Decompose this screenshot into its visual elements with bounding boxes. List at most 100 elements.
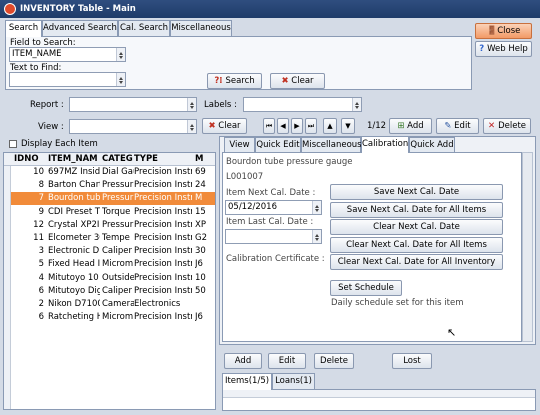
labels-label: Labels : xyxy=(204,100,237,110)
tab-cal-search[interactable]: Cal. Search xyxy=(118,20,170,36)
table-cell: J6 xyxy=(195,259,203,270)
table-cell: 7 xyxy=(38,193,44,204)
labels-spinner-icon[interactable] xyxy=(352,98,361,111)
edit-record-button[interactable]: ✎ Edit xyxy=(436,118,479,134)
delete-record-button[interactable]: ✕ Delete xyxy=(483,118,531,134)
table-cell: G2 xyxy=(195,233,207,243)
bottom-edit-button[interactable]: Edit xyxy=(268,353,306,369)
add-record-button[interactable]: ⊞ Add xyxy=(389,118,432,134)
table-row[interactable]: 5 Fixed Head I Microm Precision Instr J6 xyxy=(4,258,215,271)
last-cal-date-input[interactable] xyxy=(225,229,322,244)
table-row[interactable]: 3 Electronic D Caliper Precision Instr 30 xyxy=(4,245,215,258)
table-cell: Caliper xyxy=(102,246,132,257)
close-label: Close xyxy=(497,26,521,36)
table-cell: 10 xyxy=(195,272,206,283)
next-record-icon[interactable]: ▶ xyxy=(291,118,303,134)
table-cell: Precision Instr xyxy=(134,167,192,177)
clear-next-cal-button[interactable]: Clear Next Cal. Date xyxy=(330,219,503,235)
field-to-search-select[interactable]: ITEM_NAME xyxy=(9,47,126,62)
col-type[interactable]: TYPE xyxy=(134,153,190,166)
view-clear-label: Clear xyxy=(218,121,241,131)
table-cell: Bourdon tub xyxy=(48,193,100,204)
table-row[interactable]: 6 Ratcheting H Microm Precision Instr J6 xyxy=(4,311,215,324)
save-next-cal-all-button[interactable]: Save Next Cal. Date for All Items xyxy=(330,202,503,218)
table-cell: Pressur xyxy=(102,219,134,230)
table-row[interactable]: 9 CDI Preset T Torque Precision Instr 15 xyxy=(4,206,215,219)
tab-quick-edit[interactable]: Quick Edit xyxy=(255,137,301,153)
next-cal-date-value: 05/12/2016 xyxy=(228,202,277,212)
delete-record-label: Delete xyxy=(498,121,527,131)
labels-select[interactable] xyxy=(243,97,362,112)
table-row[interactable]: 10 697MZ InsidDial GauPrecision Instr69 xyxy=(4,166,215,179)
tab-calibration[interactable]: Calibration xyxy=(361,136,409,153)
table-cell: Pressur xyxy=(102,180,134,191)
col-item-name[interactable]: ITEM_NAM xyxy=(48,153,100,166)
set-schedule-button[interactable]: Set Schedule xyxy=(330,280,402,296)
clear-next-cal-all-items-button[interactable]: Clear Next Cal. Date for All Items xyxy=(330,237,503,253)
items-grid: IDNO ITEM_NAM CATEG TYPE M 10 697MZ Insid… xyxy=(3,152,216,410)
table-cell: J6 xyxy=(195,312,203,323)
search-button[interactable]: ?⁞ Search xyxy=(207,73,262,89)
table-cell: Outside xyxy=(102,272,134,283)
table-row[interactable]: 12 Crystal XP2I Pressur Precision Instr XP xyxy=(4,219,215,232)
bottom-delete-button[interactable]: Delete xyxy=(314,353,354,369)
record-position: 1/12 xyxy=(367,121,387,131)
close-button[interactable]: 🚪Close xyxy=(475,23,532,39)
lost-button[interactable]: Lost xyxy=(392,353,432,369)
last-record-icon[interactable]: ⏭ xyxy=(305,118,317,134)
field-spinner-icon[interactable] xyxy=(116,48,125,61)
bottom-add-button[interactable]: Add xyxy=(224,353,262,369)
table-cell: 697MZ Insid xyxy=(48,167,100,177)
table-cell: Precision Instr xyxy=(134,272,192,283)
edit-icon: ✎ xyxy=(444,121,455,131)
app-icon xyxy=(4,3,16,15)
prev-record-icon[interactable]: ◀ xyxy=(277,118,289,134)
table-row[interactable]: 11 Elcometer 3C Tempe Precision Instr G2 xyxy=(4,232,215,245)
table-cell: Ratcheting H xyxy=(48,312,100,323)
web-help-button[interactable]: ? Web Help xyxy=(475,41,532,57)
tab-search[interactable]: Search xyxy=(5,20,42,37)
view-clear-button[interactable]: ✖ Clear xyxy=(202,118,247,134)
table-row[interactable]: 7Bourdon tubPressurPrecision InstrM▸ xyxy=(4,192,215,206)
col-m[interactable]: M xyxy=(195,153,215,166)
table-cell xyxy=(195,298,215,311)
table-row[interactable]: 2 Nikon D7100 Camera Electronics xyxy=(4,298,215,311)
next-cal-date-input[interactable]: 05/12/2016 xyxy=(225,200,322,215)
search-clear-button[interactable]: ✖ Clear xyxy=(270,73,325,89)
move-up-icon[interactable]: ▲ xyxy=(323,118,337,134)
view-spinner-icon[interactable] xyxy=(187,120,196,133)
tab-view[interactable]: View xyxy=(224,137,255,153)
exit-icon: 🚪 xyxy=(486,26,498,36)
last-cal-spinner-icon[interactable] xyxy=(312,230,321,243)
first-record-icon[interactable]: ⏮ xyxy=(263,118,275,134)
col-idno[interactable]: IDNO xyxy=(14,153,39,166)
text-to-find-input[interactable] xyxy=(9,72,126,87)
display-each-checkbox[interactable] xyxy=(9,140,17,148)
tab-detail-miscellaneous[interactable]: Miscellaneous xyxy=(301,137,362,153)
table-cell: XP xyxy=(195,219,206,230)
tab-loans[interactable]: Loans(1) xyxy=(272,373,315,389)
save-next-cal-button[interactable]: Save Next Cal. Date xyxy=(330,184,503,200)
report-spinner-icon[interactable] xyxy=(187,98,196,111)
clear-next-cal-all-inventory-button[interactable]: Clear Next Cal. Date for All Inventory xyxy=(330,254,503,270)
tab-items[interactable]: Items(1/5) xyxy=(222,373,272,390)
table-row[interactable]: 4 Mitutoyo 10! Outside Precision Instr 10 xyxy=(4,272,215,285)
move-down-icon[interactable]: ▼ xyxy=(341,118,355,134)
next-cal-spinner-icon[interactable] xyxy=(312,201,321,214)
table-cell: Mitutoyo 10! xyxy=(48,272,100,283)
tab-miscellaneous[interactable]: Miscellaneous xyxy=(170,20,232,36)
table-cell: 5 xyxy=(38,259,44,270)
view-select[interactable] xyxy=(69,119,197,134)
table-cell: Barton Chart xyxy=(48,180,100,191)
tab-advanced-search[interactable]: Advanced Search xyxy=(42,20,118,36)
table-cell: Microm xyxy=(102,259,134,270)
table-row[interactable]: 6 Mitutoyo Dig Caliper Precision Instr 50 xyxy=(4,285,215,298)
web-help-label: Web Help xyxy=(487,44,528,54)
report-select[interactable] xyxy=(69,97,197,112)
table-row[interactable]: 8 Barton Chart Pressur Precision Instr 24 xyxy=(4,179,215,192)
table-cell: Electronics xyxy=(134,299,181,309)
col-category[interactable]: CATEG xyxy=(102,153,134,166)
detail-scrollbar[interactable] xyxy=(522,152,533,342)
text-spinner-icon[interactable] xyxy=(116,73,125,86)
tab-quick-add[interactable]: Quick Add xyxy=(409,137,455,153)
